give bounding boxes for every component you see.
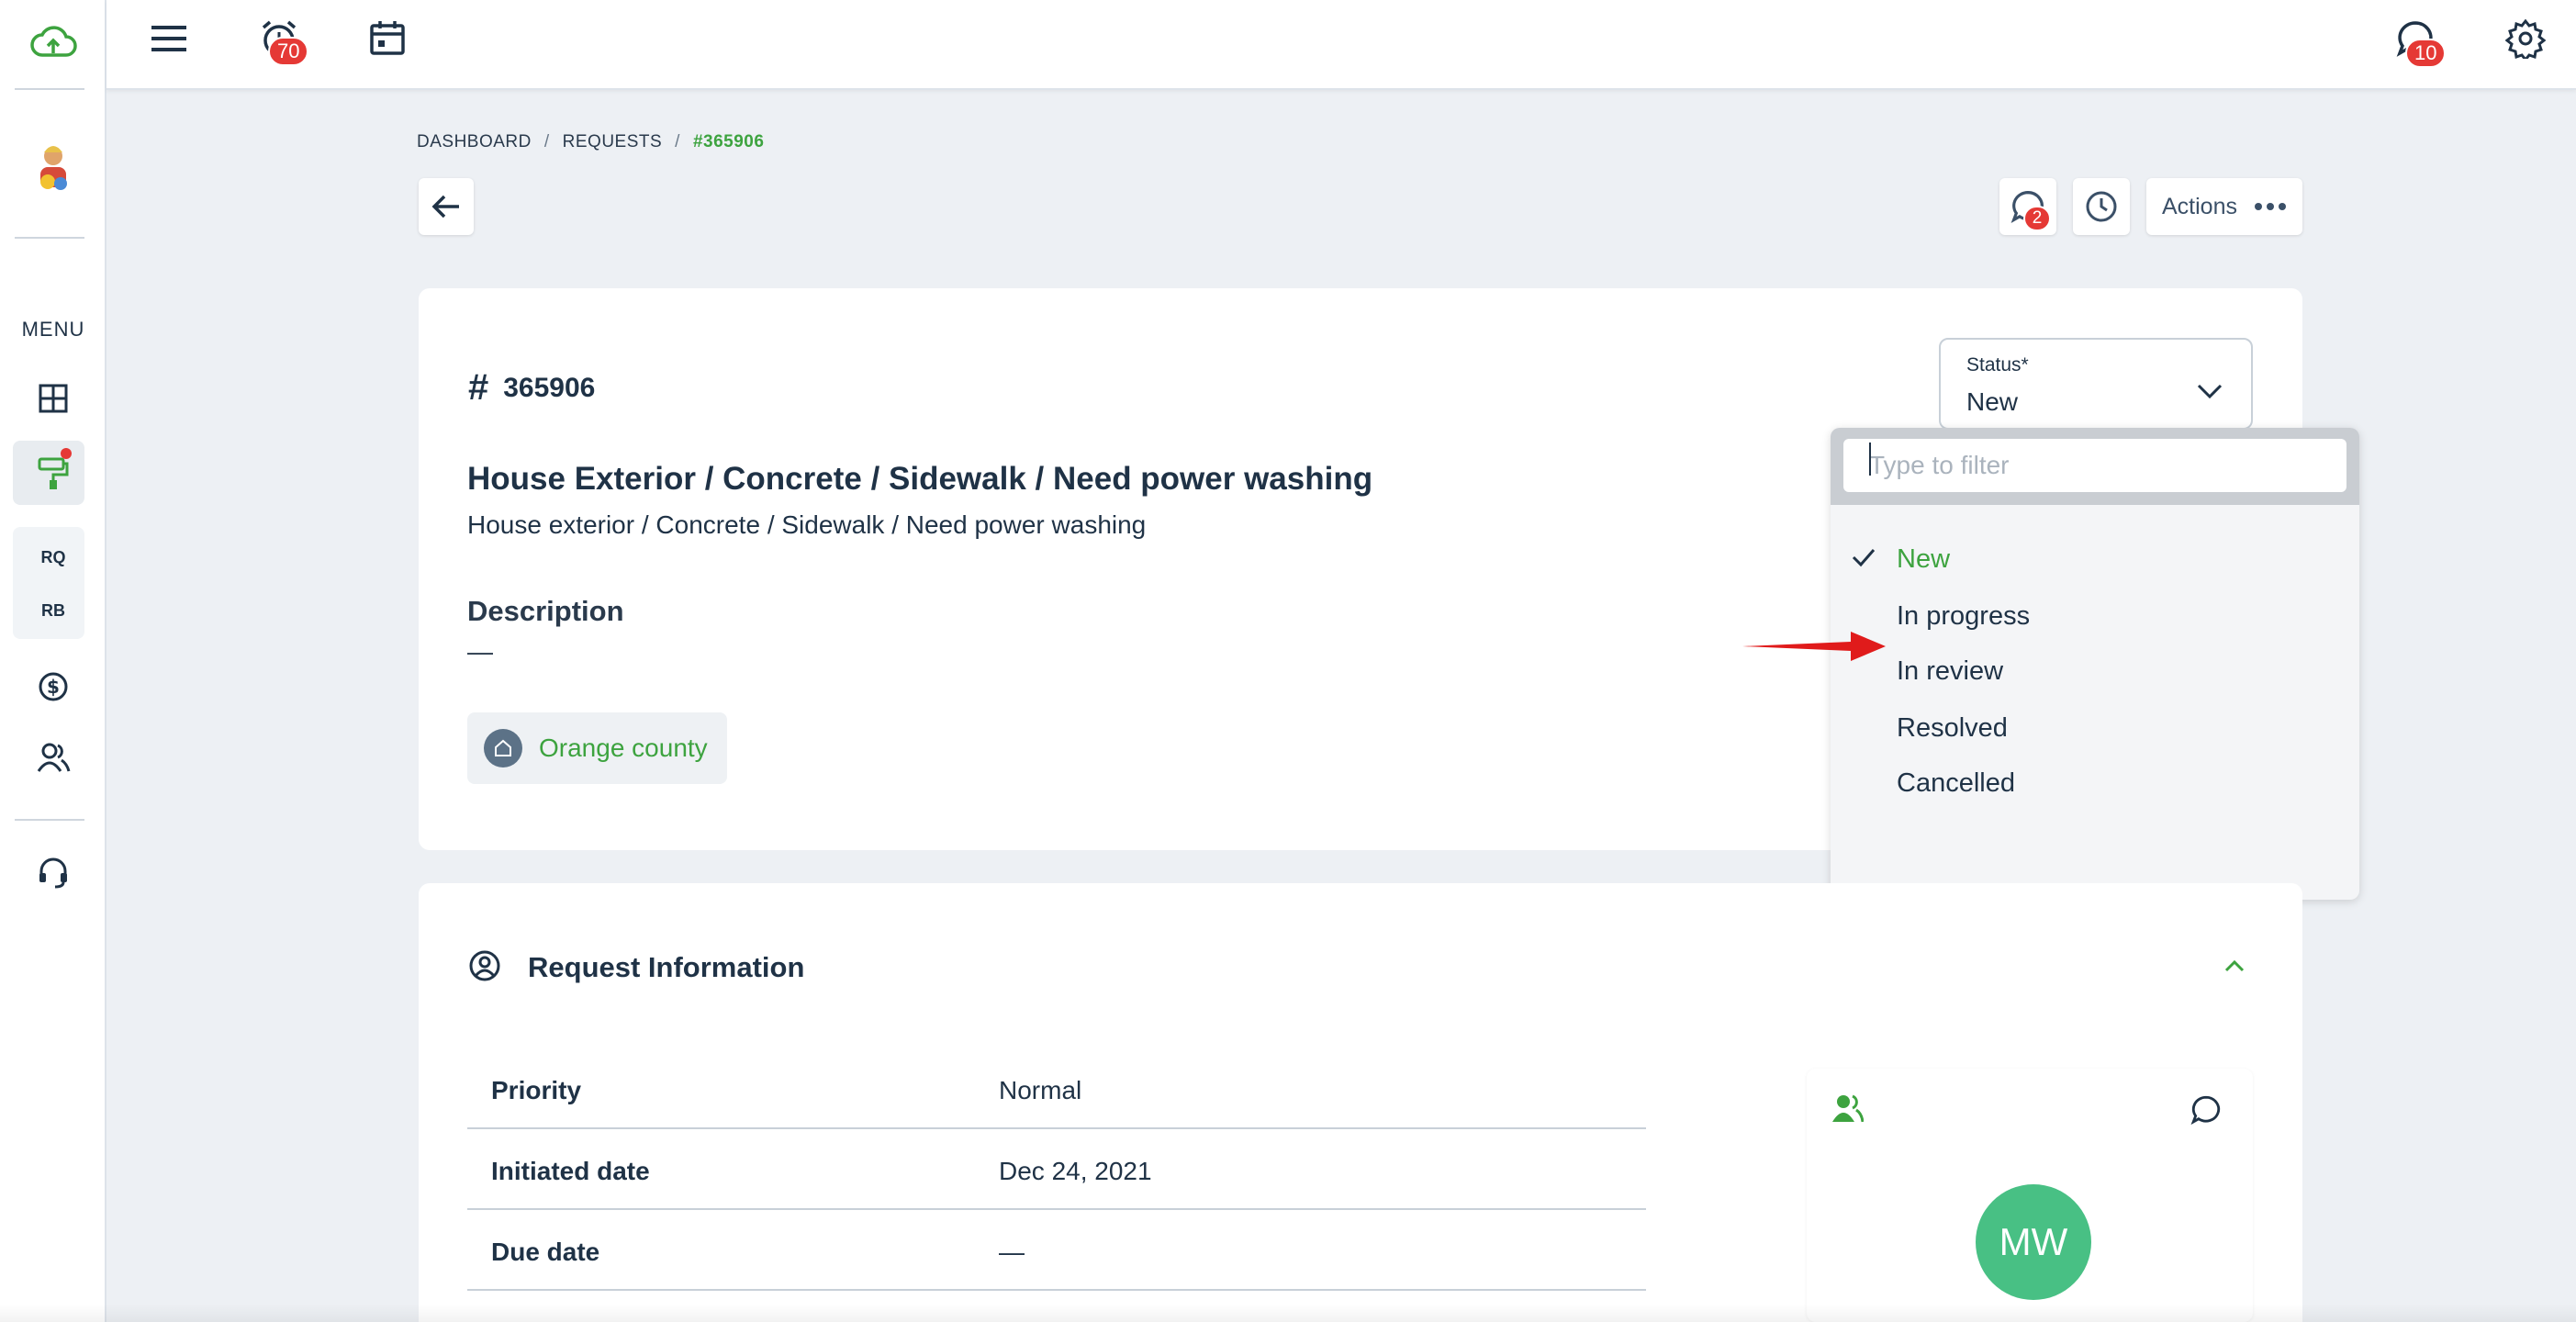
status-option-resolved[interactable]: Resolved — [1831, 701, 2359, 755]
info-key: Initiated date — [491, 1157, 650, 1185]
request-subtitle: House exterior / Concrete / Sidewalk / N… — [467, 510, 1147, 539]
sidebar-divider — [15, 88, 84, 90]
actions-label: Actions — [2162, 193, 2237, 219]
svg-text:$: $ — [47, 676, 60, 698]
status-option-in-review[interactable]: In review — [1831, 644, 2359, 698]
sidebar-item-rq[interactable]: RQ — [0, 543, 106, 571]
status-dropdown: New In progress In review Resolved Cance… — [1831, 428, 2359, 900]
status-value: New — [1966, 387, 2019, 416]
breadcrumb-separator: / — [675, 132, 680, 151]
request-id-value: 365906 — [503, 372, 596, 403]
rb-label: RB — [41, 600, 65, 620]
sidebar-item-rb[interactable]: RB — [0, 597, 106, 624]
info-row-due-date: Due date — — [467, 1210, 1646, 1291]
status-select[interactable]: Status* New — [1939, 338, 2253, 430]
status-option-new[interactable]: New — [1831, 532, 2359, 586]
status-option-cancelled[interactable]: Cancelled — [1831, 756, 2359, 810]
top-bar — [106, 0, 2576, 90]
notification-dot — [61, 448, 72, 459]
dollar-icon[interactable]: $ — [0, 668, 106, 705]
assignee-panel: MW — [1807, 1069, 2253, 1322]
hash-icon: # — [468, 367, 489, 408]
sidebar: MENU RQ RB $ — [0, 0, 106, 1322]
more-dots-icon — [2254, 203, 2286, 210]
status-option-in-progress[interactable]: In progress — [1831, 589, 2359, 643]
status-filter-input[interactable] — [1843, 439, 2346, 492]
assignee-avatar[interactable]: MW — [1976, 1184, 2091, 1300]
description-label: Description — [467, 595, 624, 627]
info-key: Priority — [491, 1076, 582, 1104]
hamburger-menu-icon[interactable] — [149, 18, 189, 59]
breadcrumb-separator: / — [543, 132, 550, 151]
text-cursor — [1869, 443, 1871, 476]
back-button[interactable] — [419, 178, 474, 235]
location-tag[interactable]: Orange county — [467, 712, 727, 784]
breadcrumb: DASHBOARD / REQUESTS / #365906 — [417, 132, 764, 152]
user-avatar[interactable] — [0, 138, 106, 198]
message-icon[interactable] — [2190, 1094, 2222, 1126]
status-option-label: In progress — [1897, 600, 2031, 631]
breadcrumb-requests[interactable]: REQUESTS — [563, 132, 663, 152]
status-option-label: Cancelled — [1897, 767, 2015, 798]
actions-button[interactable]: Actions — [2146, 178, 2302, 235]
status-option-label: New — [1897, 543, 1951, 574]
arrow-left-icon — [431, 195, 459, 218]
status-option-label: In review — [1897, 655, 2004, 686]
users-icon[interactable] — [0, 738, 106, 777]
sidebar-divider — [15, 819, 84, 821]
user-circle-icon — [469, 950, 500, 981]
calendar-icon[interactable] — [365, 17, 409, 59]
dropdown-filter-area — [1831, 428, 2359, 505]
check-icon — [1852, 549, 1876, 567]
support-headset-icon[interactable] — [0, 852, 106, 892]
chat-badge: 10 — [2405, 39, 2447, 68]
info-row-initiated-date: Initiated date Dec 24, 2021 — [467, 1129, 1646, 1210]
info-value: Normal — [999, 1076, 1082, 1104]
home-icon — [484, 729, 522, 767]
annotation-arrow-icon — [1742, 632, 1886, 661]
chevron-down-icon — [2197, 384, 2223, 399]
request-id: # 365906 — [468, 367, 595, 409]
dashboard-grid-icon[interactable] — [0, 378, 106, 419]
info-value: Dec 24, 2021 — [999, 1157, 1152, 1185]
menu-label-text: MENU — [21, 318, 85, 341]
description-value: — — [467, 637, 493, 666]
request-info-title: Request Information — [528, 951, 805, 983]
info-value: — — [999, 1238, 1025, 1266]
rq-label: RQ — [40, 547, 66, 566]
chevron-up-icon[interactable] — [2223, 958, 2246, 973]
alarm-badge: 70 — [268, 37, 309, 66]
status-label: Status* — [1966, 354, 2029, 375]
breadcrumb-dashboard[interactable]: DASHBOARD — [417, 132, 532, 152]
paint-roller-icon[interactable] — [0, 454, 106, 494]
assign-user-icon[interactable] — [1831, 1092, 1864, 1124]
cloud-upload-logo-icon[interactable] — [0, 17, 106, 68]
info-key: Due date — [491, 1238, 600, 1266]
request-title: House Exterior / Concrete / Sidewalk / N… — [467, 461, 1373, 497]
breadcrumb-current: #365906 — [692, 132, 765, 151]
comments-badge: 2 — [2023, 206, 2051, 231]
info-row-priority: Priority Normal — [467, 1048, 1646, 1129]
location-tag-label: Orange county — [539, 734, 708, 762]
settings-gear-icon[interactable] — [2503, 17, 2548, 61]
bottom-shade — [0, 1304, 2576, 1322]
menu-label: MENU — [0, 316, 106, 343]
sidebar-divider — [15, 237, 84, 239]
history-button[interactable] — [2073, 178, 2130, 235]
clock-icon — [2086, 191, 2117, 222]
status-option-label: Resolved — [1897, 712, 2008, 743]
